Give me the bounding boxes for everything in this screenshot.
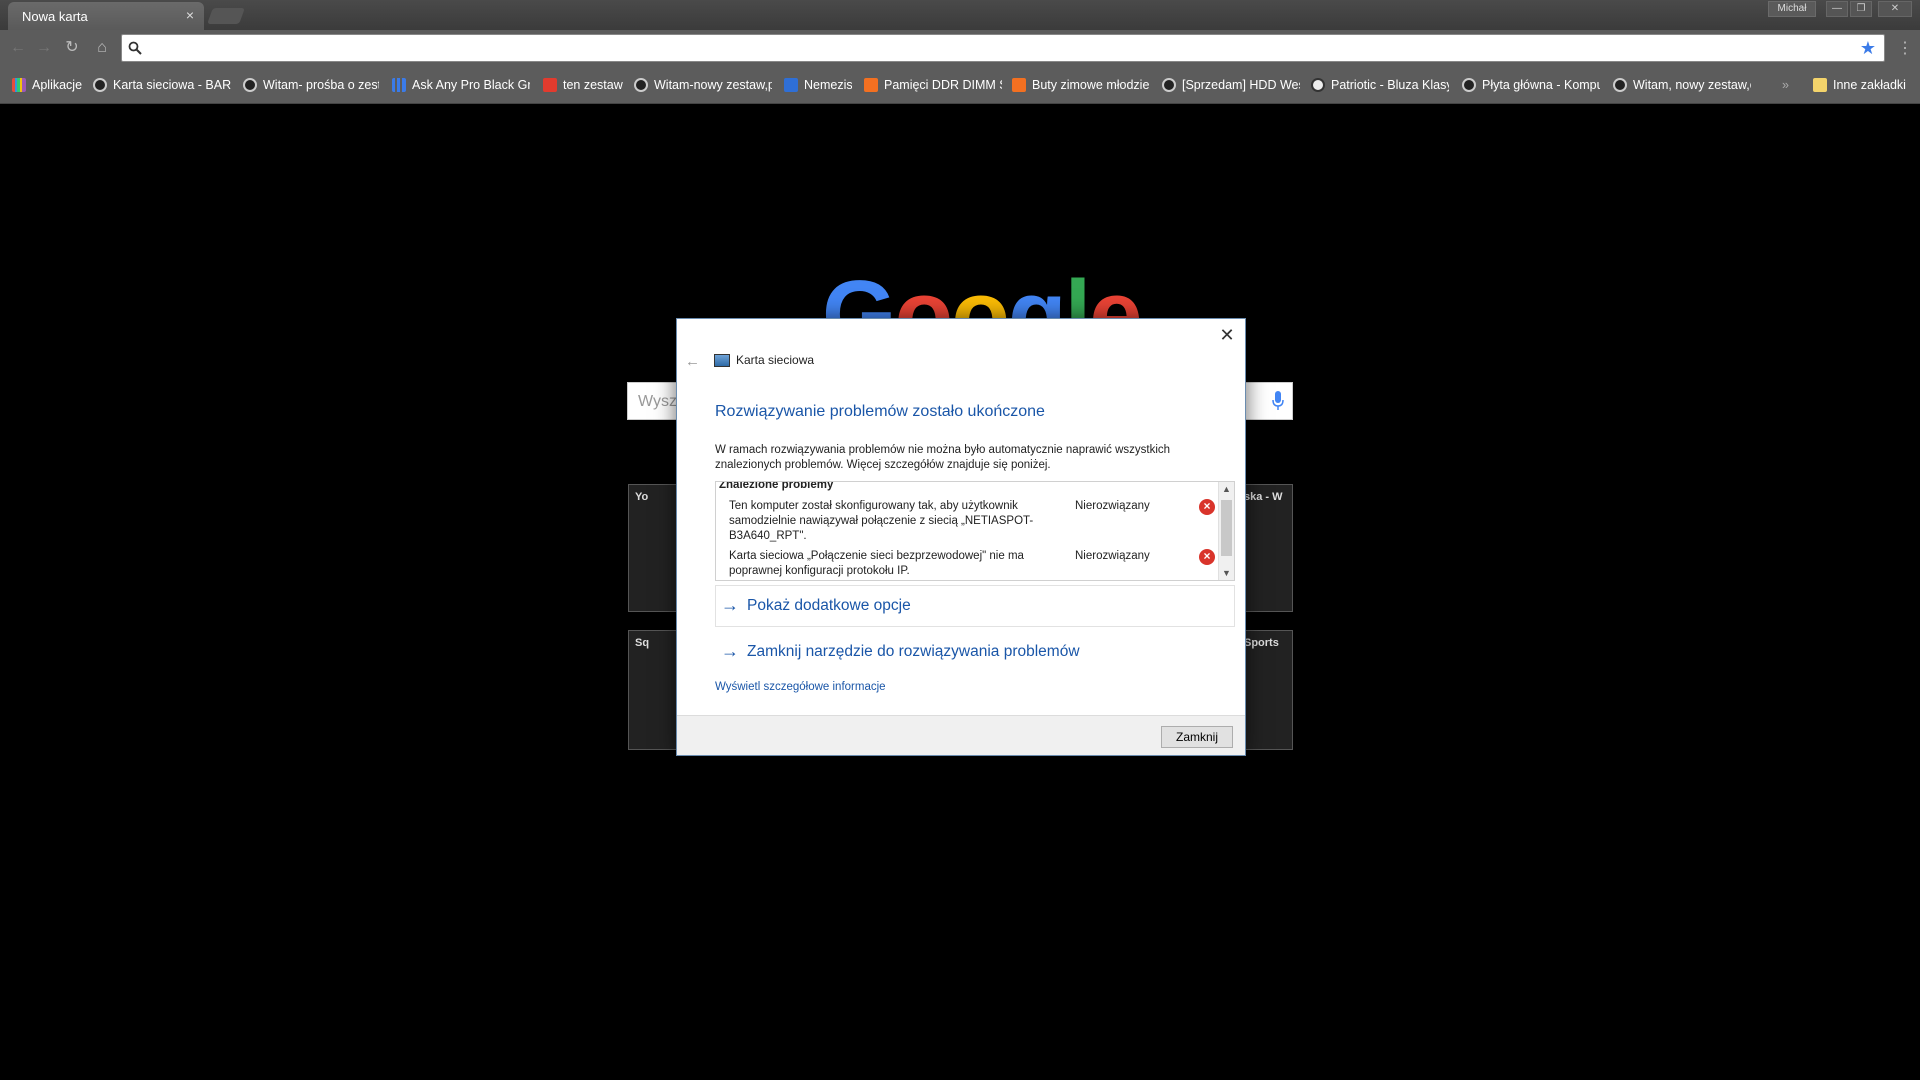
tab-new-tab[interactable]: Nowa karta ×: [8, 2, 204, 30]
tile-title: ska - W: [1244, 491, 1283, 503]
bookmark-item[interactable]: Pamięci DDR DIMM S: [864, 76, 1002, 94]
bookmark-item[interactable]: Ask Any Pro Black Gr: [392, 76, 530, 94]
dialog-heading: Rozwiązywanie problemów zostało ukończon…: [715, 403, 1045, 420]
apps-grid-icon: [12, 78, 26, 92]
address-bar[interactable]: ★: [121, 34, 1885, 62]
title-bar: Nowa karta × Michał — ❐ ✕: [0, 0, 1920, 30]
option-label: Pokaż dodatkowe opcje: [747, 596, 911, 614]
back-arrow-icon[interactable]: ←: [8, 38, 28, 58]
tile-title: Sports: [1244, 637, 1279, 649]
dialog-description: W ramach rozwiązywania problemów nie moż…: [715, 444, 1171, 471]
dialog-header-title: Karta sieciowa: [736, 353, 815, 367]
allegro-icon: [864, 78, 878, 92]
bookmark-star-icon[interactable]: ★: [1860, 38, 1876, 59]
scroll-up-icon[interactable]: ▲: [1219, 482, 1234, 496]
e-icon: [243, 78, 257, 92]
search-icon: [128, 41, 142, 55]
profile-button[interactable]: Michał: [1768, 1, 1816, 17]
bookmark-item[interactable]: Karta sieciowa - BARD: [93, 76, 231, 94]
tile-title: Yo: [635, 491, 649, 503]
restore-button[interactable]: ❐: [1850, 1, 1872, 17]
show-more-options-link[interactable]: → Pokaż dodatkowe opcje: [721, 595, 911, 616]
back-arrow-icon[interactable]: ←: [685, 353, 700, 370]
search-placeholder: Wysz: [638, 393, 677, 410]
bars-icon: [392, 78, 406, 92]
e-icon: [1462, 78, 1476, 92]
bookmarks-bar: Aplikacje Karta sieciowa - BARD Witam- p…: [0, 66, 1920, 104]
bookmark-item[interactable]: [Sprzedam] HDD Wes: [1162, 76, 1300, 94]
dialog-footer: Zamknij: [677, 715, 1245, 755]
bookmark-item[interactable]: Witam-nowy zestaw,p: [634, 76, 772, 94]
e-icon: [634, 78, 648, 92]
arrow-right-icon: →: [721, 595, 739, 615]
tab-title: Nowa karta: [22, 9, 88, 24]
problem-status: Nierozwiązany: [1075, 500, 1150, 512]
network-adapter-icon: [714, 353, 730, 367]
problem-text: Karta sieciowa „Połączenie sieci bezprze…: [729, 550, 1024, 577]
tile-title: Sq: [635, 637, 650, 649]
problems-list[interactable]: Znalezione problemy Ten komputer został …: [715, 481, 1235, 581]
e-icon: [1162, 78, 1176, 92]
patriotic-icon: [1311, 78, 1325, 92]
bookmark-item[interactable]: Witam, nowy zestaw,c: [1613, 76, 1751, 94]
minimize-button[interactable]: —: [1826, 1, 1848, 17]
menu-icon[interactable]: ⋮: [1897, 38, 1913, 58]
bookmark-item[interactable]: Witam- prośba o zest: [243, 76, 379, 94]
error-icon: ×: [1199, 499, 1215, 515]
folder-icon: [1813, 78, 1827, 92]
view-details-link[interactable]: Wyświetl szczegółowe informacje: [715, 681, 886, 693]
e-icon: [1613, 78, 1627, 92]
window-close-button[interactable]: ✕: [1878, 1, 1912, 17]
browser-toolbar: ← → ↻ ⌂ ★ ⋮: [0, 30, 1920, 66]
error-icon: ×: [1199, 549, 1215, 565]
close-button[interactable]: Zamknij: [1161, 726, 1233, 748]
reload-icon[interactable]: ↻: [62, 38, 82, 58]
other-bookmarks-folder[interactable]: Inne zakładki: [1813, 76, 1913, 94]
bookmark-item[interactable]: Buty zimowe młodzie: [1012, 76, 1150, 94]
tab-close-icon[interactable]: ×: [186, 7, 194, 23]
allegro-icon: [1012, 78, 1026, 92]
new-tab-button[interactable]: [207, 8, 245, 24]
blue-icon: [784, 78, 798, 92]
problems-title: Znalezione problemy: [719, 481, 834, 491]
bookmark-item[interactable]: ten zestaw: [543, 76, 623, 94]
e-icon: [93, 78, 107, 92]
dialog-close-icon[interactable]: ✕: [1215, 323, 1239, 347]
close-troubleshooter-link[interactable]: → Zamknij narzędzie do rozwiązywania pro…: [721, 641, 1080, 662]
arrow-right-icon: →: [721, 641, 739, 661]
problem-text: Ten komputer został skonfigurowany tak, …: [729, 500, 1034, 542]
scroll-down-icon[interactable]: ▼: [1219, 566, 1234, 580]
option-label: Zamknij narzędzie do rozwiązywania probl…: [747, 642, 1080, 660]
bookmark-apps[interactable]: Aplikacje: [12, 76, 84, 94]
bookmark-item[interactable]: Płyta główna - Kompu: [1462, 76, 1600, 94]
home-icon[interactable]: ⌂: [92, 38, 112, 58]
forward-arrow-icon[interactable]: →: [34, 38, 54, 58]
troubleshooter-dialog: ✕ ← Karta sieciowa Rozwiązywanie problem…: [676, 318, 1246, 756]
problem-status: Nierozwiązany: [1075, 550, 1150, 562]
problems-scrollbar[interactable]: ▲ ▼: [1218, 482, 1234, 580]
bookmark-item[interactable]: Nemezis: [784, 76, 852, 94]
bookmarks-overflow-chevron[interactable]: »: [1782, 76, 1796, 94]
microphone-icon[interactable]: [1272, 391, 1284, 411]
scroll-thumb[interactable]: [1221, 500, 1232, 556]
dialog-header: Karta sieciowa: [714, 353, 814, 367]
bookmark-item[interactable]: Patriotic - Bluza Klasy: [1311, 76, 1449, 94]
red-icon: [543, 78, 557, 92]
